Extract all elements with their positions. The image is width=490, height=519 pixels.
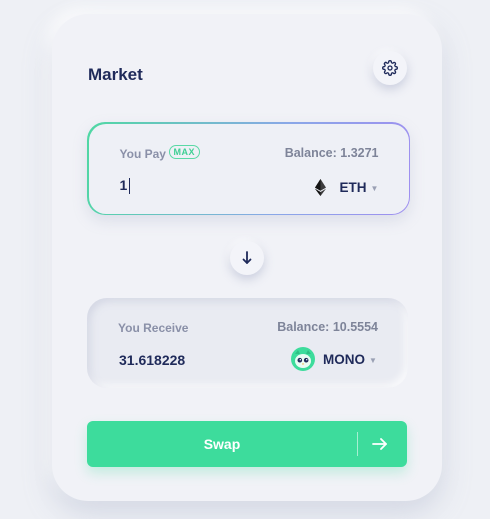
swap-card: Market You Pay MAX Balance: 1.3271 ETH xyxy=(52,14,442,501)
gear-icon xyxy=(382,60,398,76)
arrow-right-icon xyxy=(372,438,387,450)
swap-button-label: Swap xyxy=(203,436,241,452)
page-title: Market xyxy=(88,65,143,84)
swap-button-divider xyxy=(357,432,358,456)
pay-label: You Pay xyxy=(119,146,166,161)
swap-button[interactable]: Swap xyxy=(87,421,407,467)
pay-balance: Balance: 1.3271 xyxy=(284,145,379,160)
receive-token-name: MONO xyxy=(323,351,365,367)
receive-amount: 31.618228 xyxy=(119,352,186,368)
chevron-down-icon: ▼ xyxy=(370,184,379,193)
settings-button[interactable] xyxy=(373,51,407,85)
pay-panel: You Pay MAX Balance: 1.3271 ETH ▼ xyxy=(87,122,410,215)
receive-panel: You Receive Balance: 10.5554 31.618228 M… xyxy=(87,298,408,388)
chevron-down-icon: ▼ xyxy=(369,356,377,365)
receive-token-selector[interactable]: MONO ▼ xyxy=(291,347,377,371)
pay-amount-input[interactable] xyxy=(119,176,280,193)
arrow-down-icon xyxy=(242,251,252,264)
max-button[interactable]: MAX xyxy=(168,144,200,159)
receive-balance: Balance: 10.5554 xyxy=(277,320,378,334)
ethereum-icon xyxy=(314,178,326,196)
pay-token-name: ETH xyxy=(339,179,367,195)
mono-owl-icon xyxy=(291,347,315,371)
receive-label: You Receive xyxy=(118,321,189,335)
swap-direction-button[interactable] xyxy=(230,241,264,275)
text-caret xyxy=(128,177,130,194)
pay-token-selector[interactable]: ETH ▼ xyxy=(314,178,379,196)
